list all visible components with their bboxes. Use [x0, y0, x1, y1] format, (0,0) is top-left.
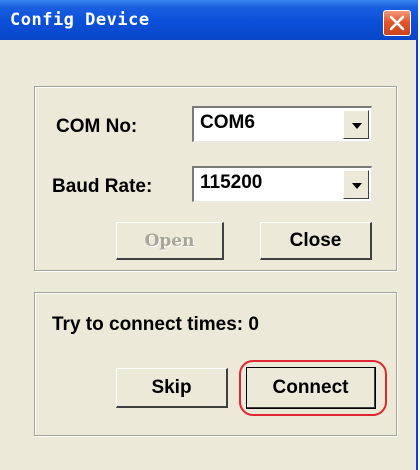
com-port-value: COM6 [200, 112, 255, 133]
title-bar[interactable]: Config Device [0, 0, 418, 40]
window-title: Config Device [10, 10, 150, 30]
baud-rate-dropdown-button[interactable] [343, 170, 369, 199]
open-button[interactable]: Open [116, 222, 224, 260]
config-device-window: Config Device COM No: COM6 Baud Rate: 11… [0, 0, 418, 470]
window-close-button[interactable] [383, 10, 411, 36]
baud-rate-value: 115200 [200, 172, 263, 193]
skip-button[interactable]: Skip [116, 368, 228, 408]
baud-rate-select[interactable]: 115200 [192, 166, 372, 202]
baud-rate-label: Baud Rate: [52, 176, 153, 197]
connect-attempts-status: Try to connect times: 0 [52, 314, 259, 335]
com-no-label: COM No: [56, 116, 138, 137]
com-port-dropdown-button[interactable] [343, 110, 369, 139]
connect-highlight-annotation [239, 360, 387, 416]
com-port-select[interactable]: COM6 [192, 106, 372, 142]
close-port-button[interactable]: Close [260, 222, 372, 260]
